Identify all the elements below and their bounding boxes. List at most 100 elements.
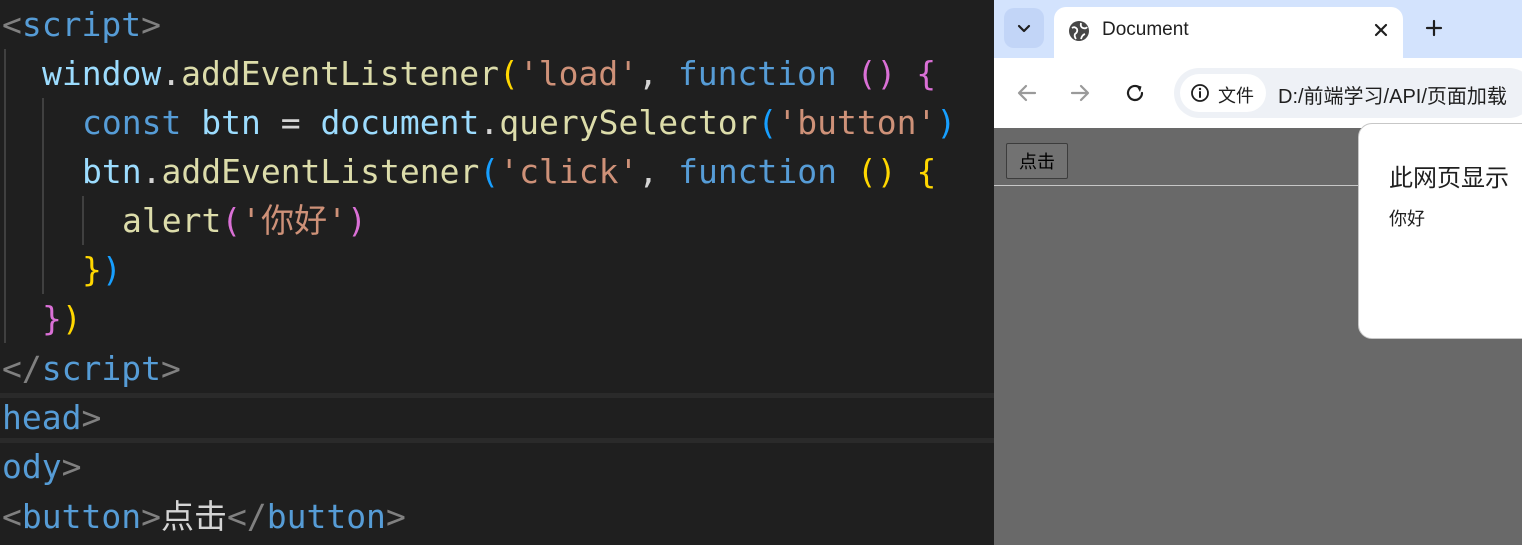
page-button[interactable]: 点击 (1006, 143, 1068, 179)
code-line-2: window.addEventListener('load', function… (42, 49, 936, 98)
chevron-down-icon (1017, 24, 1031, 33)
token: ) (936, 103, 957, 142)
token: 'click' (499, 152, 639, 191)
code-line-11: <button>点击</button> (2, 492, 406, 541)
token: ( (757, 103, 778, 142)
token: > (141, 497, 161, 536)
token: ody (2, 447, 62, 486)
token: </ (226, 497, 267, 536)
token: alert (122, 201, 222, 240)
site-info-chip[interactable]: 文件 (1180, 74, 1266, 112)
tab-search-button[interactable] (1004, 8, 1044, 48)
token: , (638, 54, 678, 93)
token: addEventListener (181, 54, 499, 93)
token: '你好' (241, 201, 347, 240)
token: </ (2, 349, 42, 388)
token: < (2, 497, 22, 536)
token: > (385, 497, 406, 536)
token: 'button' (777, 103, 937, 142)
code-line-9: head> (2, 393, 101, 442)
indent-guide (82, 196, 84, 245)
tab-document[interactable]: Document (1054, 7, 1403, 58)
token: ( (498, 54, 519, 93)
dialog-title: 此网页显示 (1389, 165, 1509, 192)
token: button (21, 497, 142, 536)
security-label: 文件 (1218, 86, 1254, 106)
url-text[interactable]: D:/前端学习/API/页面加载 (1278, 80, 1507, 109)
token: > (61, 447, 82, 486)
token: head (2, 398, 82, 437)
token: querySelector (499, 103, 758, 142)
code-line-6: }) (82, 245, 122, 294)
tab-title: Document (1102, 19, 1189, 40)
token: . (479, 103, 500, 142)
tab-strip: Document (994, 0, 1522, 58)
new-tab-button[interactable] (1419, 13, 1449, 43)
line-highlight (0, 393, 994, 398)
line-highlight (0, 438, 994, 443)
code-line-3: const btn = document.querySelector('butt… (82, 98, 956, 147)
code-line-10: ody> (2, 442, 81, 491)
token: script (41, 349, 161, 388)
token: 'load' (518, 54, 639, 93)
browser-toolbar: 文件 D:/前端学习/API/页面加载 (994, 58, 1522, 186)
indent-guide (42, 98, 44, 294)
code-editor[interactable]: <script> window.addEventListener('load',… (0, 0, 994, 545)
token: > (81, 398, 102, 437)
token: > (141, 5, 161, 44)
token: > (160, 349, 181, 388)
back-button[interactable] (1012, 78, 1042, 108)
token: } (82, 250, 102, 289)
token: . (141, 152, 162, 191)
token: , (638, 152, 679, 191)
code-line-7: }) (42, 294, 82, 343)
code-line-1: <script> (2, 0, 161, 49)
token: ) (101, 250, 122, 289)
token: . (161, 54, 182, 93)
forward-button[interactable] (1065, 78, 1095, 108)
token: window (42, 54, 162, 93)
token: script (21, 5, 142, 44)
token: addEventListener (161, 152, 480, 191)
token: 点击 (160, 497, 227, 536)
reload-button[interactable] (1120, 78, 1150, 108)
token: ) (346, 201, 367, 240)
indent-guide (4, 49, 6, 343)
token: () (856, 152, 897, 191)
info-icon (1191, 84, 1209, 102)
reload-icon (1126, 84, 1144, 102)
tab-close-button[interactable] (1368, 17, 1394, 43)
arrow-right-icon (1070, 84, 1090, 102)
token: ( (221, 201, 242, 240)
dialog-message: 你好 (1389, 209, 1425, 229)
token: ( (479, 152, 500, 191)
close-icon (1374, 23, 1388, 37)
alert-dialog: 此网页显示 你好 (1358, 123, 1522, 339)
token: < (2, 5, 22, 44)
token: { (916, 152, 937, 191)
globe-icon (1069, 21, 1089, 41)
token: btn (82, 152, 142, 191)
arrow-left-icon (1017, 84, 1037, 102)
token: } (42, 299, 62, 338)
browser-window: Document 文件 D:/前端学习/API/页面加载 点击 此网页显示 你好 (994, 0, 1522, 545)
token: { (916, 54, 937, 93)
code-line-5: alert('你好') (122, 196, 367, 245)
address-bar[interactable]: 文件 D:/前端学习/API/页面加载 (1174, 68, 1522, 118)
token: () (856, 54, 897, 93)
token: function (677, 54, 837, 93)
plus-icon (1425, 19, 1443, 37)
token: const (82, 103, 182, 142)
token: button (266, 497, 386, 536)
token: function (678, 152, 838, 191)
token: ) (61, 299, 82, 338)
code-line-8: </script> (2, 344, 181, 393)
token: btn (201, 103, 261, 142)
token: = (260, 103, 321, 142)
token: document (320, 103, 480, 142)
